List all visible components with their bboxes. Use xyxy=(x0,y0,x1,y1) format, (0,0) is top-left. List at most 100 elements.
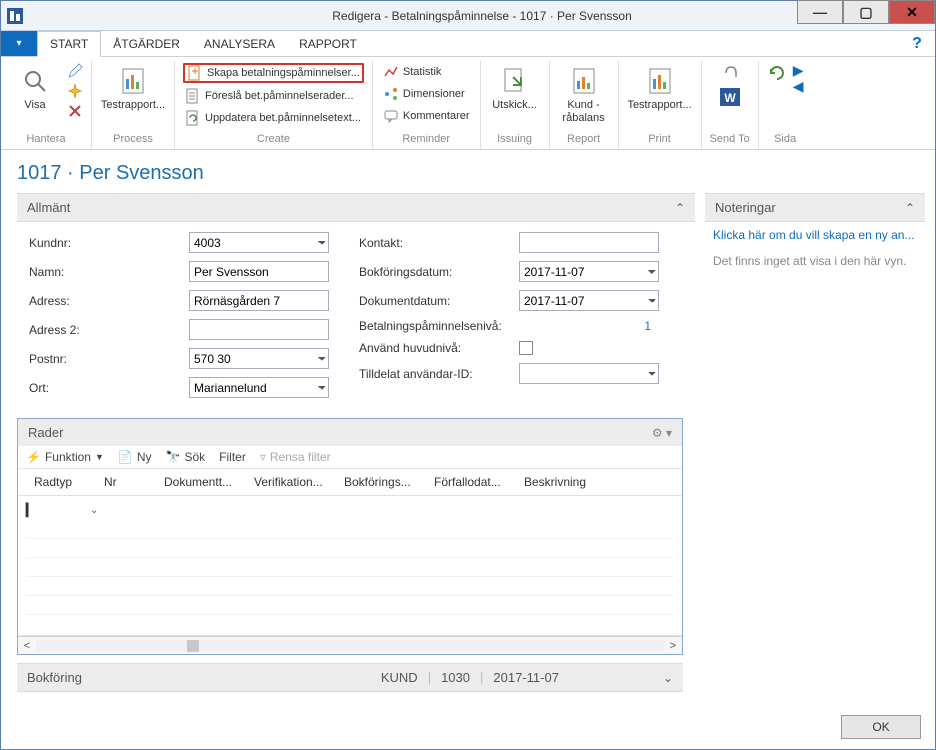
row-marker-icon: ▎ xyxy=(26,503,40,517)
allmant-body: Kundnr: Namn: Adress: xyxy=(17,222,695,414)
kund-rabalans-button[interactable]: Kund - råbalans xyxy=(558,63,610,127)
scroll-left-icon[interactable]: < xyxy=(18,640,36,652)
dimensioner-label: Dimensioner xyxy=(403,88,465,100)
footer: OK xyxy=(1,705,935,749)
ort-label: Ort: xyxy=(29,381,189,395)
postnr-label: Postnr: xyxy=(29,352,189,366)
grid-body[interactable]: ▎ ⌄ xyxy=(18,496,682,636)
sparkle-icon[interactable] xyxy=(67,83,83,99)
skapa-betalningspaminnelser-button[interactable]: Skapa betalningspåminnelser... xyxy=(183,63,364,83)
rader-header[interactable]: Rader ⚙ ▾ xyxy=(18,419,682,446)
minimize-button[interactable]: — xyxy=(797,0,843,24)
menu-analysera[interactable]: ANALYSERA xyxy=(192,31,287,56)
kontakt-field[interactable] xyxy=(519,232,659,253)
bokfdatum-field[interactable] xyxy=(519,261,659,282)
menu-rapport[interactable]: RAPPORT xyxy=(287,31,369,56)
comment-icon xyxy=(383,108,399,124)
col-nr[interactable]: Nr xyxy=(96,475,156,489)
adress2-field[interactable] xyxy=(189,319,329,340)
side-panel: Noteringar ⌃ Klicka här om du vill skapa… xyxy=(705,193,925,705)
kund-rabalans-label: Kund - råbalans xyxy=(560,99,608,125)
noteringar-empty: Det finns inget att visa i den här vyn. xyxy=(705,248,925,274)
uppdatera-betpaminnelsetext-button[interactable]: Uppdatera bet.påminnelsetext... xyxy=(183,109,364,127)
testrapport-button[interactable]: Testrapport... xyxy=(100,63,166,114)
testrapport-label: Testrapport... xyxy=(101,99,165,112)
bokforing-label: Bokföring xyxy=(27,670,82,685)
magnifier-icon xyxy=(19,65,51,97)
sendto-group-label: Send To xyxy=(710,131,750,149)
dokdatum-field[interactable] xyxy=(519,290,659,311)
col-verifikation[interactable]: Verifikation... xyxy=(246,475,336,489)
anvandarid-label: Tilldelat användar-ID: xyxy=(359,367,519,381)
noteringar-header[interactable]: Noteringar ⌃ xyxy=(705,193,925,222)
grid-row-active[interactable]: ▎ ⌄ xyxy=(26,500,674,520)
prev-icon[interactable]: ◀ xyxy=(793,79,804,93)
rader-gear-icon[interactable]: ⚙ ▾ xyxy=(652,426,672,440)
ok-button[interactable]: OK xyxy=(841,715,921,739)
col-forfallodat[interactable]: Förfallodat... xyxy=(426,475,516,489)
next-icon[interactable]: ▶ xyxy=(793,63,804,77)
scroll-right-icon[interactable]: > xyxy=(664,640,682,652)
utskick-button[interactable]: Utskick... xyxy=(489,63,541,114)
document-refresh-icon xyxy=(185,110,201,126)
adress-field[interactable] xyxy=(189,290,329,311)
close-button[interactable]: ✕ xyxy=(889,0,935,24)
filter-button[interactable]: Filter xyxy=(219,450,246,464)
allmant-header[interactable]: Allmänt ⌃ xyxy=(17,193,695,222)
ribbon-group-sendto: W Send To xyxy=(702,61,759,149)
statistik-button[interactable]: Statistik xyxy=(381,63,472,81)
namn-field[interactable] xyxy=(189,261,329,282)
menu-atgarder[interactable]: ÅTGÄRDER xyxy=(101,31,192,56)
col-beskrivning[interactable]: Beskrivning xyxy=(516,475,606,489)
col-dokument[interactable]: Dokumentt... xyxy=(156,475,246,489)
grid-empty-rows xyxy=(26,520,674,615)
ort-field[interactable] xyxy=(189,377,329,398)
noteringar-new-link[interactable]: Klicka här om du vill skapa en ny an... xyxy=(705,222,925,248)
refresh-icon[interactable] xyxy=(767,63,787,83)
word-icon[interactable]: W xyxy=(718,85,742,109)
huvudniva-checkbox[interactable] xyxy=(519,341,533,355)
edit-icon[interactable] xyxy=(67,63,83,79)
bokforing-expand-icon[interactable]: ⌄ xyxy=(663,671,673,685)
funktion-button[interactable]: ⚡Funktion ▼ xyxy=(26,450,104,464)
window-controls: — ▢ ✕ xyxy=(797,0,935,24)
col-radtyp[interactable]: Radtyp xyxy=(26,475,96,489)
ribbon-group-hantera: Visa Hantera xyxy=(1,61,92,149)
foresla-betpaminnelserader-button[interactable]: Föreslå bet.påminnelserader... xyxy=(183,87,364,105)
dokdatum-label: Dokumentdatum: xyxy=(359,294,519,308)
grid-hscroll[interactable]: < > xyxy=(18,636,682,654)
document-lines-icon xyxy=(185,88,201,104)
huvudniva-label: Använd huvudnivå: xyxy=(359,341,519,355)
maximize-button[interactable]: ▢ xyxy=(843,0,889,24)
page-title: 1017 · Per Svensson xyxy=(1,150,935,193)
ny-button[interactable]: 📄Ny xyxy=(118,450,152,464)
kommentarer-button[interactable]: Kommentarer xyxy=(381,107,472,125)
postnr-field[interactable] xyxy=(189,348,329,369)
report-icon-2 xyxy=(644,65,676,97)
print-testrapport-button[interactable]: Testrapport... xyxy=(627,63,693,114)
new-icon: 📄 xyxy=(118,450,133,464)
chart-line-icon xyxy=(383,64,399,80)
foresla-label: Föreslå bet.påminnelserader... xyxy=(205,90,354,102)
dimensioner-button[interactable]: Dimensioner xyxy=(381,85,472,103)
visa-button[interactable]: Visa xyxy=(9,63,61,114)
bokforing-bar[interactable]: Bokföring KUND | 1030 | 2017-11-07 ⌄ xyxy=(17,663,683,692)
report-group-label: Report xyxy=(567,131,600,149)
row-dropdown-icon[interactable]: ⌄ xyxy=(90,505,104,516)
rensa-filter-button[interactable]: ▿Rensa filter xyxy=(260,450,331,464)
col-bokforings[interactable]: Bokförings... xyxy=(336,475,426,489)
help-icon[interactable]: ? xyxy=(907,31,927,56)
report-bars-icon xyxy=(568,65,600,97)
ribbon-group-sida: ▶ ◀ Sida xyxy=(759,61,812,149)
sok-button[interactable]: 🔭Sök xyxy=(166,450,206,464)
anvandarid-field[interactable] xyxy=(519,363,659,384)
file-menu-dropdown[interactable]: ▾ xyxy=(1,31,37,56)
rader-toolbar: ⚡Funktion ▼ 📄Ny 🔭Sök Filter ▿Rensa filte… xyxy=(18,446,682,469)
delete-icon[interactable] xyxy=(67,103,83,119)
attachment-icon[interactable] xyxy=(721,63,739,81)
menu-start[interactable]: START xyxy=(37,31,101,57)
bokfdatum-label: Bokföringsdatum: xyxy=(359,265,519,279)
statistik-label: Statistik xyxy=(403,66,442,78)
scroll-thumb[interactable] xyxy=(187,640,199,652)
kundnr-field[interactable] xyxy=(189,232,329,253)
